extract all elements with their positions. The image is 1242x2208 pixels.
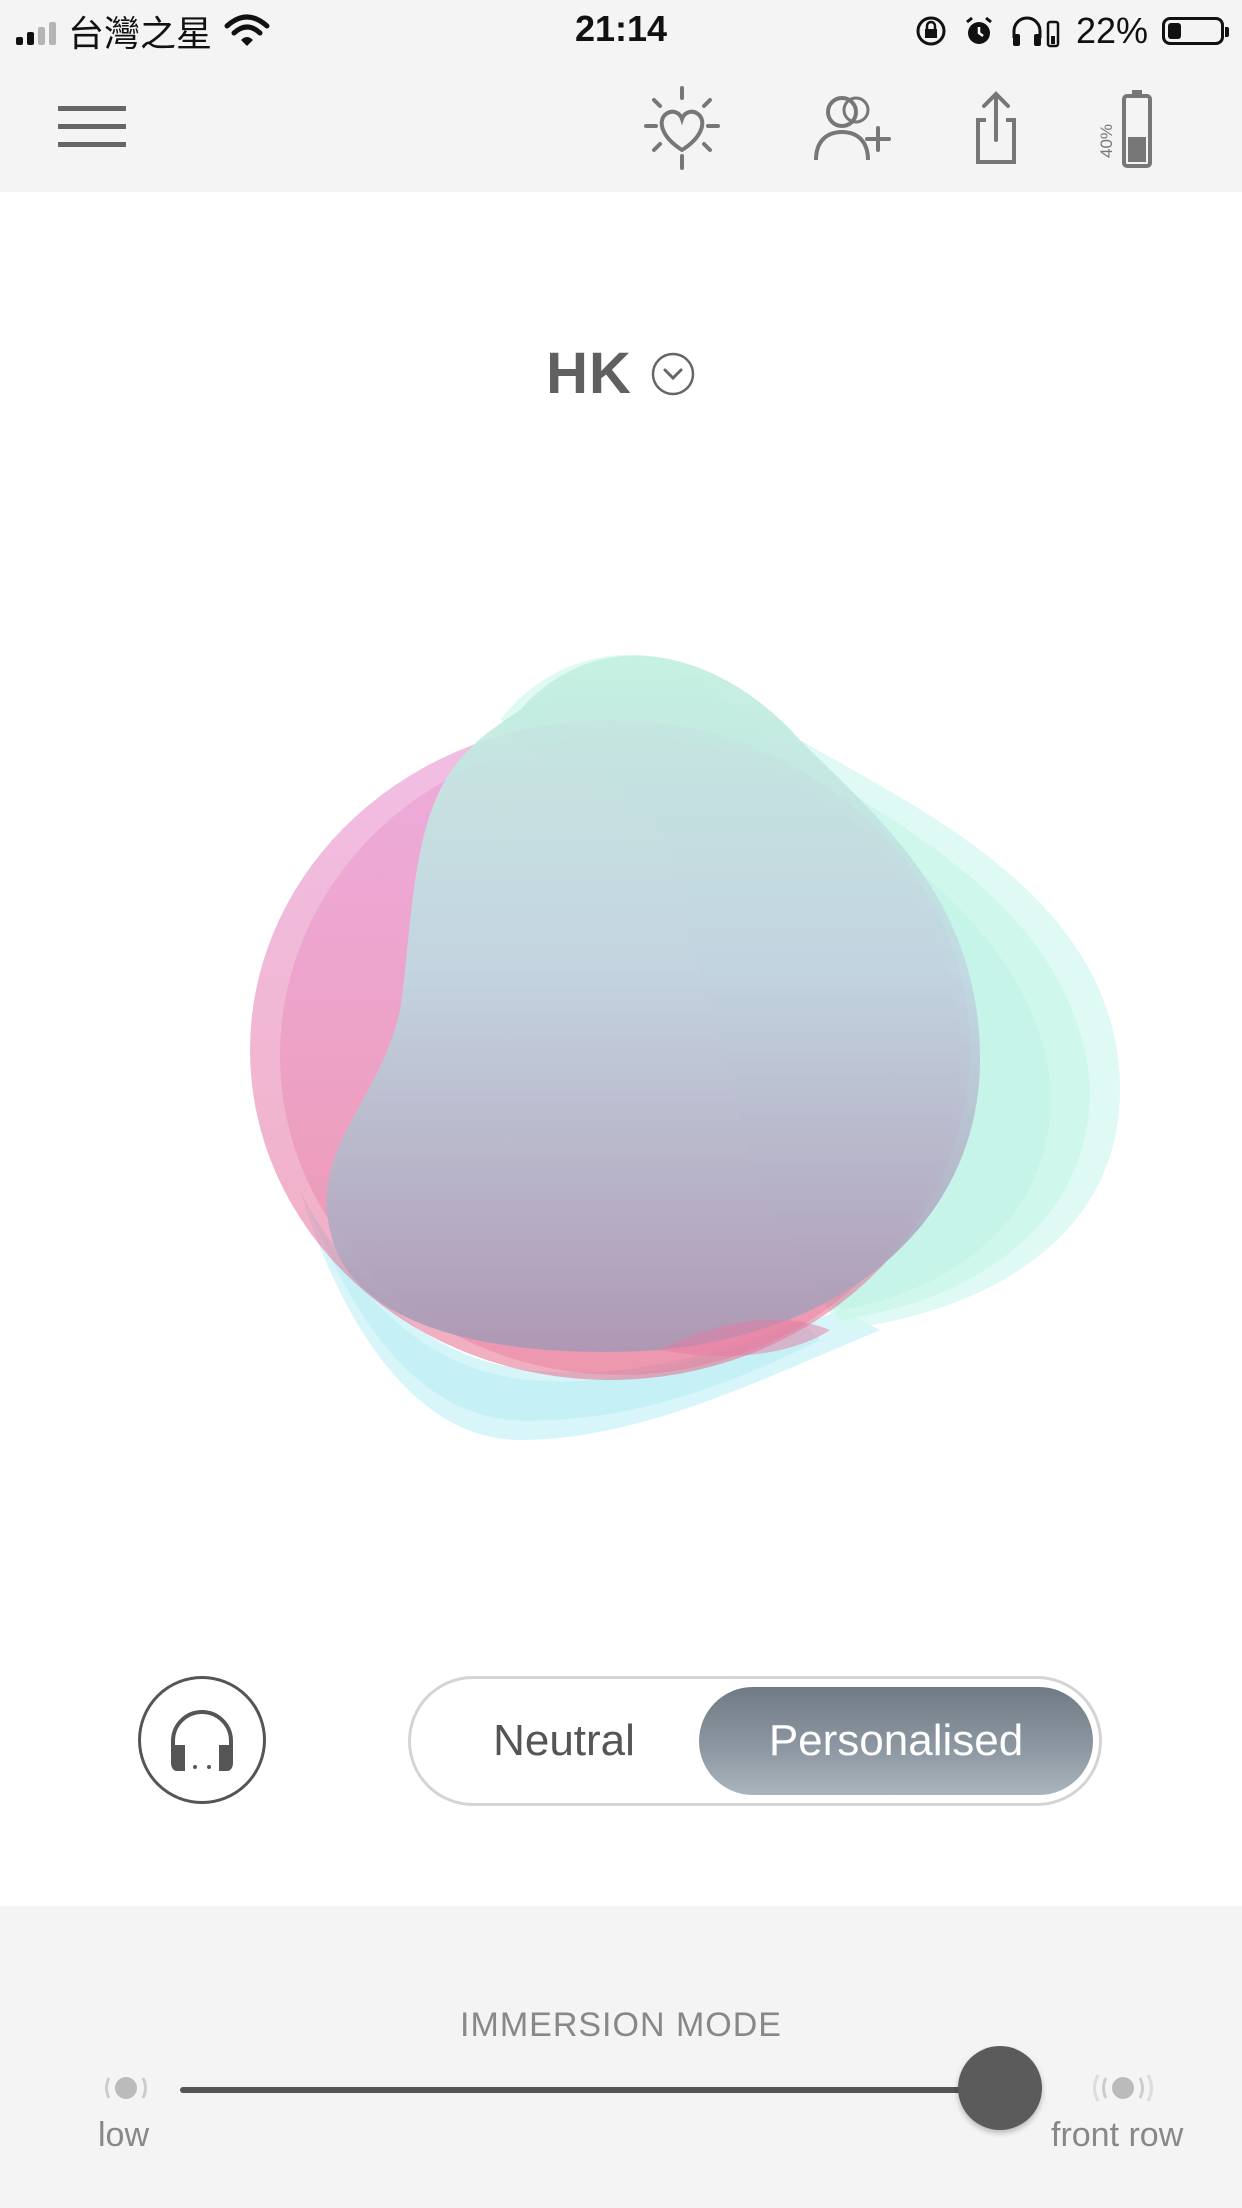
mode-personalised-button[interactable]: Personalised	[699, 1687, 1093, 1795]
headphones-icon	[171, 1710, 233, 1771]
chevron-down-icon[interactable]	[650, 351, 696, 397]
device-battery-label: 40%	[1097, 124, 1116, 158]
headphone-button[interactable]	[138, 1676, 266, 1804]
profile-selector[interactable]: HK	[0, 340, 1242, 407]
profile-name: HK	[546, 341, 632, 406]
status-right: 22%	[914, 8, 1229, 54]
mode-neutral-button[interactable]: Neutral	[419, 1687, 709, 1795]
battery-percent: 22%	[1075, 10, 1148, 51]
immersion-mode-title: IMMERSION MODE	[460, 2006, 782, 2044]
battery-icon	[1162, 17, 1229, 45]
status-bar: 台灣之星 21:14 22%	[0, 0, 1242, 62]
immersion-low-label: low	[98, 2116, 150, 2154]
menu-icon[interactable]	[58, 102, 126, 150]
add-user-icon[interactable]	[812, 92, 896, 162]
sound-mode-toggle: Neutral Personalised	[408, 1676, 1102, 1806]
immersion-front-row-icon	[1093, 2074, 1153, 2102]
headphones-status-icon	[1012, 16, 1060, 48]
orientation-lock-icon	[916, 16, 946, 46]
app-header: 40%	[0, 62, 1242, 192]
wellness-heart-sun-icon[interactable]	[640, 86, 724, 170]
alarm-icon	[966, 16, 992, 44]
immersion-slider-track[interactable]	[180, 2087, 1020, 2093]
immersion-low-icon	[105, 2077, 147, 2099]
sound-profile-visualization	[250, 654, 1120, 1440]
device-battery-icon[interactable]: 40%	[1094, 88, 1158, 168]
share-icon[interactable]	[974, 90, 1018, 166]
immersion-slider-thumb[interactable]	[958, 2046, 1042, 2130]
immersion-panel	[0, 1906, 1242, 2208]
immersion-high-label: front row	[1051, 2116, 1184, 2154]
